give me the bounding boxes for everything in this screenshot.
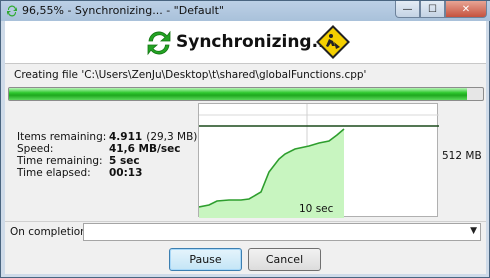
items-remaining-size: (29,3 MB) <box>146 131 198 143</box>
separator <box>5 221 486 222</box>
graph-y-label: 512 MB <box>442 150 482 162</box>
cancel-button[interactable]: Cancel <box>248 248 321 271</box>
time-elapsed-row: Time elapsed: 00:13 <box>17 167 197 179</box>
time-elapsed-value: 00:13 <box>109 167 143 179</box>
window-controls: — ☐ ✕ <box>395 1 487 19</box>
graph-x-label: 10 sec <box>299 203 334 215</box>
maximize-button[interactable]: ☐ <box>420 1 445 18</box>
time-elapsed-label: Time elapsed: <box>17 167 91 179</box>
speed-graph-canvas <box>199 104 439 218</box>
sync-arrows-icon <box>147 30 171 56</box>
title-bar[interactable]: 96,55% - Synchronizing... - "Default" — … <box>1 1 490 21</box>
speed-label: Speed: <box>17 143 54 155</box>
status-title: Synchronizing... <box>176 32 331 52</box>
statistics-panel: Items remaining: 4.911 (29,3 MB) Speed: 41,… <box>17 131 197 179</box>
items-remaining-value: 4.911 <box>109 131 143 143</box>
time-remaining-value: 5 sec <box>109 155 140 167</box>
current-action-text: Creating file 'C:\Users\ZenJu\Desktop\t\… <box>14 69 367 81</box>
warning-sign-icon <box>316 25 350 59</box>
overall-progress-bar <box>8 87 484 101</box>
dialog-client-area: Synchronizing... Creating file 'C:\Users… <box>5 21 486 274</box>
status-header: Synchronizing... <box>5 21 486 64</box>
speed-row: Speed: 41,6 MB/sec <box>17 143 197 155</box>
minimize-button[interactable]: — <box>395 1 420 18</box>
window-title: 96,55% - Synchronizing... - "Default" <box>22 4 224 17</box>
speed-value: 41,6 MB/sec <box>109 143 181 155</box>
items-remaining-label: Items remaining: <box>17 131 107 143</box>
time-remaining-label: Time remaining: <box>17 155 103 167</box>
chevron-down-icon[interactable]: ▼ <box>470 226 477 236</box>
sync-progress-window: 96,55% - Synchronizing... - "Default" — … <box>0 0 490 278</box>
pause-button[interactable]: Pause <box>169 248 242 271</box>
close-button[interactable]: ✕ <box>445 1 487 18</box>
speed-graph <box>198 103 439 218</box>
on-completion-combobox[interactable]: ▼ <box>83 223 481 241</box>
sync-app-icon <box>7 5 17 17</box>
progress-fill <box>9 88 467 100</box>
on-completion-label: On completion <box>10 226 87 238</box>
items-remaining-row: Items remaining: 4.911 (29,3 MB) <box>17 131 197 143</box>
time-remaining-row: Time remaining: 5 sec <box>17 155 197 167</box>
